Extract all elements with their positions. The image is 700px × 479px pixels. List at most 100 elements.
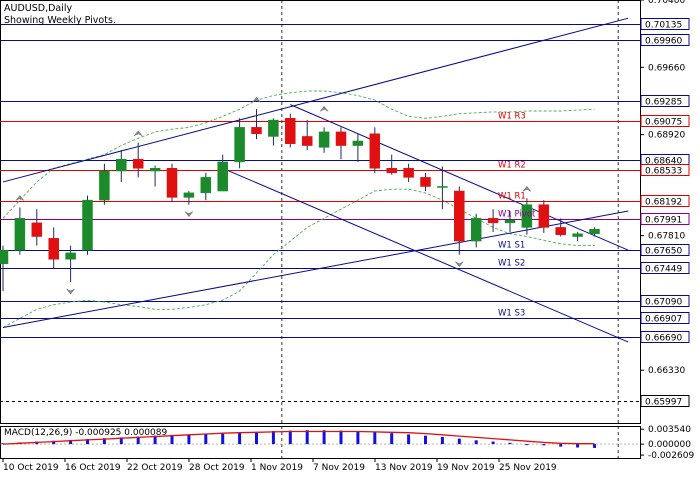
price-level-label: 0.66690 — [645, 334, 682, 344]
price-level-label: 0.69960 — [645, 37, 682, 47]
y-axis-tick-label: 0.69660 — [648, 63, 685, 73]
macd-histogram-bar — [255, 431, 258, 445]
macd-histogram-bar — [491, 441, 495, 445]
x-axis-tick-label: 22 Oct 2019 — [127, 463, 183, 473]
price-level-label: 0.68533 — [645, 167, 682, 177]
pivot-level-name: W1 S3 — [498, 309, 525, 319]
macd-label: MACD(12,26,9) -0.000925 0.000089 — [4, 428, 167, 438]
price-level-label: 0.69285 — [645, 98, 682, 108]
macd-histogram-bar — [559, 444, 563, 447]
fractal-up-arrow — [319, 105, 329, 112]
pivot-level-name: W1 S2 — [498, 259, 525, 269]
trend-line — [222, 167, 629, 343]
price-level-label: 0.65997 — [645, 398, 682, 408]
bullish-candle — [65, 252, 76, 260]
bullish-candle — [268, 119, 279, 137]
bearish-candle — [454, 190, 465, 242]
x-axis-tick-label: 7 Nov 2019 — [313, 463, 365, 473]
bullish-candle — [572, 233, 583, 237]
macd-histogram-bar — [271, 431, 275, 445]
bullish-candle — [0, 249, 9, 265]
price-level-label: 0.67650 — [645, 247, 682, 257]
chart-title: AUDUSD,Daily — [4, 3, 73, 14]
bearish-candle — [335, 131, 347, 146]
bearish-candle — [487, 218, 499, 224]
macd-histogram-bar — [542, 444, 546, 446]
bearish-candle — [166, 168, 178, 198]
macd-histogram-bar — [322, 430, 326, 445]
bearish-candle — [555, 227, 566, 235]
bullish-candle — [200, 177, 212, 194]
bearish-candle — [48, 238, 59, 260]
x-axis-tick-label: 16 Oct 2019 — [65, 463, 121, 473]
bearish-candle — [369, 133, 381, 169]
pivot-level-name: W1 R3 — [498, 112, 526, 122]
bullish-candle — [149, 168, 161, 172]
macd-histogram-bar — [576, 444, 580, 448]
pivot-level-name: W1 R2 — [498, 161, 526, 171]
y-axis-tick-label: 0.68920 — [648, 131, 685, 141]
bullish-candle — [234, 127, 245, 163]
fractal-down-arrow — [455, 261, 464, 268]
x-axis-tick-label: 10 Oct 2019 — [3, 463, 59, 473]
price-level-label: 0.67449 — [645, 265, 682, 275]
macd-histogram-bar — [440, 436, 444, 445]
bullish-candle — [14, 218, 26, 251]
macd-histogram-bar — [373, 431, 377, 445]
bullish-candle — [470, 218, 482, 242]
macd-histogram-bar — [187, 434, 191, 445]
bearish-candle — [251, 127, 262, 134]
bearish-candle — [403, 168, 414, 178]
trend-line — [2, 17, 629, 183]
macd-histogram-bar — [474, 440, 478, 445]
pivot-level-name: W1 Pivot — [498, 210, 536, 220]
price-level-label: 0.66907 — [645, 315, 682, 325]
macd-y-tick-label: 0.000000 — [648, 440, 691, 450]
bearish-candle — [132, 158, 144, 169]
bearish-candle — [420, 177, 431, 187]
bullish-candle — [99, 170, 110, 201]
macd-histogram-bar — [356, 431, 360, 445]
fractal-up-arrow — [134, 130, 143, 137]
x-axis-tick-label: 13 Nov 2019 — [375, 463, 433, 473]
macd-y-tick-label: 0.003540 — [648, 425, 691, 435]
fractal-down-arrow — [66, 288, 75, 295]
chart-subtitle: Showing Weekly Pivots. — [4, 15, 116, 26]
price-level-label: 0.69075 — [645, 118, 682, 128]
y-axis-tick-label: 0.70400 — [648, 0, 685, 6]
bearish-candle — [386, 168, 397, 174]
price-level-label: 0.68192 — [645, 198, 682, 208]
bullish-candle — [217, 161, 228, 192]
x-axis-tick-label: 1 Nov 2019 — [251, 463, 303, 473]
bullish-candle — [504, 219, 516, 224]
y-axis-tick-label: 0.66330 — [648, 366, 685, 376]
bullish-candle — [82, 199, 93, 251]
y-axis-tick-label: 0.67810 — [648, 232, 685, 242]
bullish-candle — [437, 186, 448, 188]
bullish-candle — [589, 228, 600, 235]
macd-histogram-bar — [407, 434, 411, 445]
macd-histogram-bar — [288, 430, 292, 445]
pivot-level-name: W1 R1 — [498, 192, 526, 202]
bullish-candle — [352, 140, 364, 146]
x-axis-tick-label: 25 Nov 2019 — [499, 463, 557, 473]
bullish-candle — [318, 131, 330, 148]
price-level-label: 0.70135 — [645, 21, 682, 31]
x-axis-tick-label: 19 Nov 2019 — [437, 463, 495, 473]
macd-histogram-bar — [238, 432, 242, 445]
macd-histogram-bar — [339, 430, 343, 445]
macd-histogram-bar — [457, 438, 461, 445]
trend-line — [2, 210, 629, 328]
pivot-level-name: W1 S1 — [498, 241, 525, 251]
macd-y-tick-label: -0.002609 — [648, 451, 694, 461]
macd-histogram-bar — [390, 433, 394, 445]
price-level-label: 0.67991 — [645, 216, 682, 226]
bearish-candle — [31, 222, 43, 237]
macd-histogram-bar — [204, 434, 208, 445]
macd-histogram-bar — [424, 435, 427, 445]
macd-histogram-bar — [593, 444, 596, 448]
chart-window: 0.003540 0.000000 -0.002609 0.70400 0.69660… — [0, 0, 700, 479]
price-level-label: 0.67090 — [645, 298, 682, 308]
macd-histogram-bar — [305, 430, 309, 445]
x-axis-tick-label: 28 Oct 2019 — [189, 463, 245, 473]
